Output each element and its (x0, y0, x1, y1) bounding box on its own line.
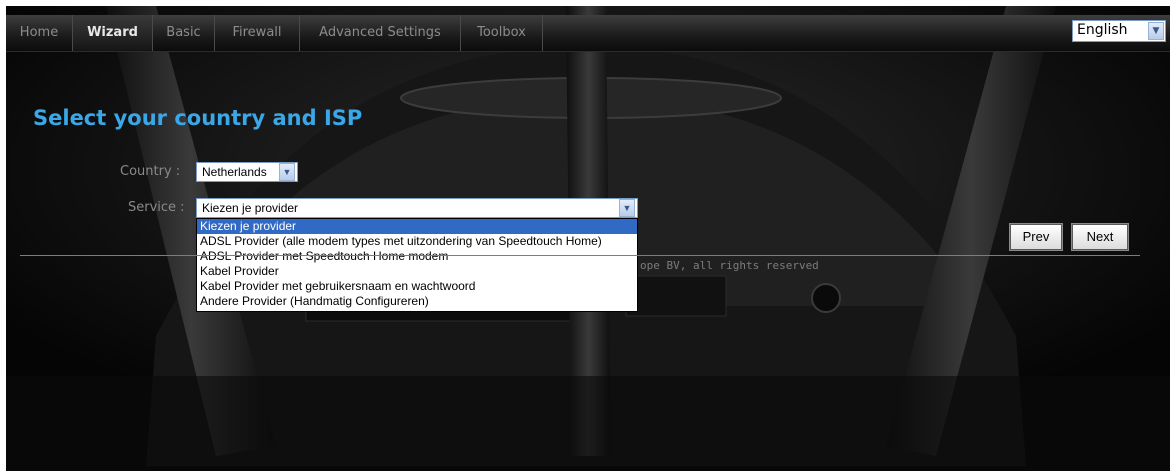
copyright-text: ope BV, all rights reserved (640, 259, 819, 272)
chevron-down-icon[interactable]: ▼ (279, 163, 295, 181)
chevron-down-icon[interactable]: ▼ (1148, 22, 1164, 40)
service-label: Service : (128, 200, 185, 215)
service-option[interactable]: Kiezen je provider (197, 219, 637, 234)
chevron-down-icon[interactable]: ▼ (619, 199, 635, 217)
service-option[interactable]: Kabel Provider met gebruikersnaam en wac… (197, 279, 637, 294)
language-select-value: English (1077, 22, 1128, 38)
top-navigation-bar: Home Wizard Basic Firewall Advanced Sett… (6, 15, 1170, 52)
service-select[interactable]: Kiezen je provider ▼ (196, 198, 638, 218)
service-option[interactable]: ADSL Provider (alle modem types met uitz… (197, 234, 637, 249)
next-button[interactable]: Next (1071, 223, 1129, 251)
country-label: Country : (120, 164, 181, 179)
service-select-value: Kiezen je provider (202, 201, 299, 215)
tab-toolbox[interactable]: Toolbox (461, 15, 543, 51)
country-select-value: Netherlands (202, 165, 267, 179)
tab-firewall[interactable]: Firewall (215, 15, 300, 51)
divider-line (20, 255, 1140, 256)
tab-advanced-settings[interactable]: Advanced Settings (300, 15, 461, 51)
prev-button[interactable]: Prev (1009, 223, 1063, 251)
tab-basic[interactable]: Basic (153, 15, 215, 51)
page-title: Select your country and ISP (33, 106, 363, 130)
service-option[interactable]: Andere Provider (Handmatig Configureren) (197, 294, 637, 309)
tab-wizard[interactable]: Wizard (73, 15, 153, 51)
service-dropdown-list[interactable]: Kiezen je provider ADSL Provider (alle m… (196, 218, 638, 312)
service-option[interactable]: ADSL Provider met Speedtouch Home modem (197, 249, 637, 264)
language-select[interactable]: English ▼ (1072, 20, 1166, 42)
country-select[interactable]: Netherlands ▼ (196, 162, 298, 182)
router-admin-window: Home Wizard Basic Firewall Advanced Sett… (6, 6, 1170, 471)
service-option[interactable]: Kabel Provider (197, 264, 637, 279)
tab-home[interactable]: Home (6, 15, 73, 51)
